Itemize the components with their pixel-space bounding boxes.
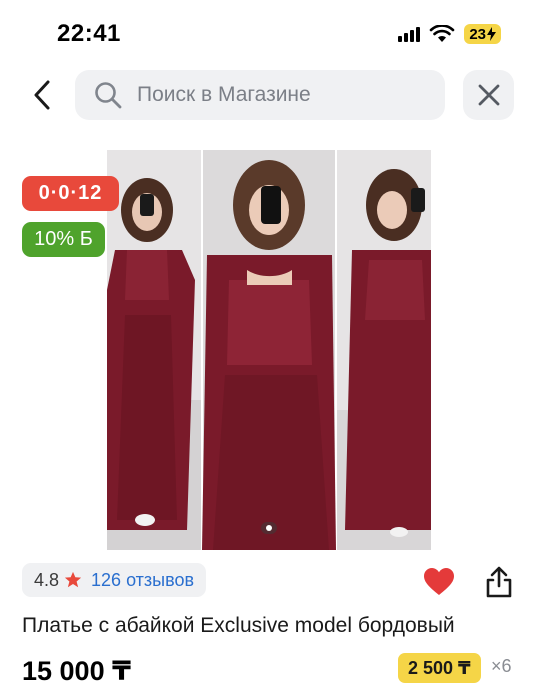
back-button[interactable] — [26, 76, 58, 114]
product-title: Платье с абайкой Exclusive model бордовы… — [22, 614, 455, 637]
signal-icon — [398, 26, 421, 42]
bonus-badge: 10% Б — [22, 222, 105, 257]
installment-months: ×6 — [491, 656, 512, 676]
product-photo-illustration — [107, 150, 431, 550]
share-icon[interactable] — [484, 566, 514, 598]
battery-indicator: 23 — [464, 24, 501, 44]
status-icons: 23 — [398, 24, 501, 44]
status-time: 22:41 — [57, 20, 121, 47]
heart-icon[interactable] — [423, 567, 455, 597]
rating-chip[interactable]: 4.8 126 отзывов — [22, 563, 207, 597]
chevron-left-icon — [34, 80, 50, 110]
search-box[interactable] — [75, 70, 445, 120]
installment-price[interactable]: 2 500 ₸ — [398, 653, 481, 683]
rating-value: 4.8 — [34, 569, 60, 590]
close-icon — [478, 84, 499, 106]
wifi-icon — [430, 25, 455, 42]
battery-level: 23 — [469, 25, 486, 43]
close-button[interactable] — [463, 70, 514, 120]
product-price: 15 000 ₸ — [22, 656, 131, 686]
image-pager-indicator — [261, 522, 277, 534]
product-photo[interactable] — [107, 150, 431, 550]
search-input[interactable] — [137, 83, 407, 107]
status-bar: 22:41 23 — [0, 0, 537, 62]
search-header — [0, 68, 537, 122]
search-icon — [95, 82, 122, 109]
star-icon — [64, 571, 82, 588]
charging-icon — [487, 27, 496, 41]
installment-badge: 0·0·12 — [22, 176, 119, 211]
reviews-link[interactable]: 126 отзывов — [91, 570, 194, 591]
